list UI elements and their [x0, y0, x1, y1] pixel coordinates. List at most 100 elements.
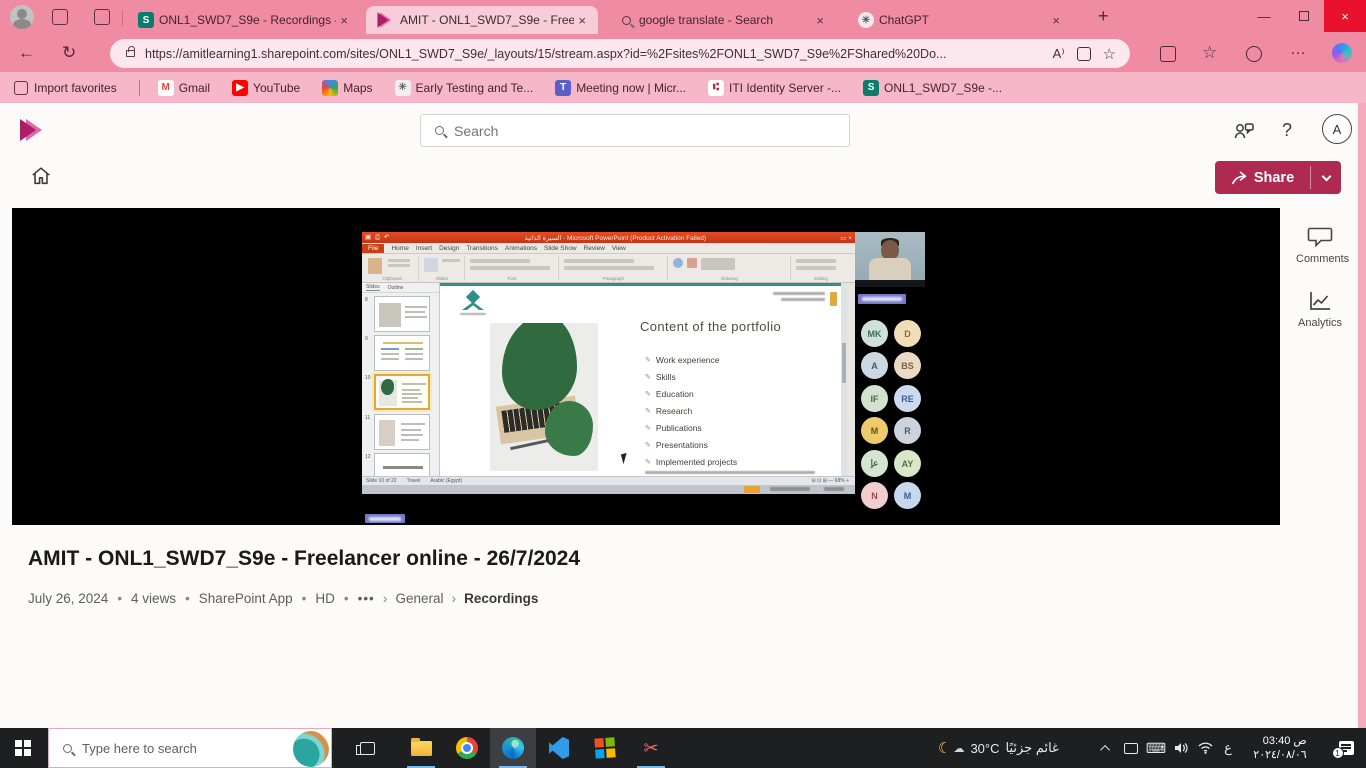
comments-label: Comments — [1296, 253, 1344, 265]
taskbar-search-box[interactable]: Type here to search — [48, 728, 332, 768]
divider — [122, 10, 123, 26]
tab-close-icon[interactable]: × — [1048, 13, 1064, 28]
close-button[interactable]: × — [1324, 0, 1366, 32]
favorite-youtube[interactable]: ▶YouTube — [232, 80, 300, 96]
tab-close-icon[interactable]: × — [812, 13, 828, 28]
vertical-tabs-icon[interactable] — [94, 9, 110, 25]
account-avatar[interactable]: A — [1322, 114, 1352, 144]
start-button[interactable] — [0, 728, 46, 768]
feedback-icon[interactable] — [1234, 122, 1254, 145]
breadcrumb-recordings[interactable]: Recordings — [464, 591, 538, 606]
edit-page-icon[interactable] — [1077, 47, 1091, 61]
stream-search-box[interactable]: Search — [420, 114, 850, 147]
presenter-taskbar-strip — [362, 485, 855, 494]
tab-close-icon[interactable]: × — [336, 13, 352, 28]
profile-body-icon — [13, 19, 31, 29]
colored-tiles-app-button[interactable] — [582, 728, 628, 768]
tab-chatgpt[interactable]: ✳ ChatGPT × — [850, 6, 1072, 34]
video-quality: HD — [315, 591, 335, 606]
address-bar[interactable]: https://amitlearning1.sharepoint.com/sit… — [110, 39, 1130, 68]
video-title: AMIT - ONL1_SWD7_S9e - Freelancer online… — [28, 547, 580, 571]
comments-panel-button[interactable]: Comments — [1296, 226, 1344, 265]
touch-keyboard-tray-icon[interactable]: ⌨ — [1144, 728, 1168, 768]
vscode-button[interactable] — [536, 728, 582, 768]
import-favorites-button[interactable]: Import favorites — [14, 81, 117, 95]
read-aloud-icon[interactable]: A⁾ — [1053, 46, 1065, 62]
collections-icon[interactable] — [1246, 46, 1262, 62]
wifi-tray-icon[interactable] — [1194, 728, 1216, 768]
participant-avatar: MK — [861, 320, 888, 347]
sharepoint-icon: S — [863, 80, 879, 96]
new-tab-button[interactable]: + — [1098, 6, 1109, 27]
sharepoint-icon: S — [138, 12, 154, 28]
task-view-button[interactable] — [344, 728, 390, 768]
tab-actions-icon[interactable] — [52, 9, 68, 25]
gmail-icon: M — [158, 80, 174, 96]
windows-logo-icon — [15, 740, 31, 756]
breadcrumb-general[interactable]: General — [395, 591, 443, 606]
edge-button-active[interactable] — [490, 728, 536, 768]
clock-time: 03:40 ص — [1253, 734, 1306, 748]
search-icon — [435, 126, 444, 135]
share-dropdown-button[interactable] — [1311, 161, 1341, 194]
refresh-icon[interactable]: ↻ — [62, 43, 76, 63]
split-screen-icon[interactable] — [1160, 46, 1176, 62]
slide-title: Content of the portfolio — [640, 319, 781, 334]
slide-thumbnail-9 — [374, 335, 430, 371]
tab-label: AMIT - ONL1_SWD7_S9e - Freela — [400, 13, 574, 27]
file-explorer-button[interactable] — [398, 728, 444, 768]
weather-widget[interactable]: ☾ ☁ 30°C غائم جزئيًا — [938, 728, 1088, 768]
minimize-button[interactable]: — — [1244, 1, 1284, 31]
cast-tray-icon[interactable] — [1120, 728, 1142, 768]
chevron-up-icon — [1100, 744, 1110, 754]
slide-thumbnail-8 — [374, 296, 430, 332]
breadcrumb-more[interactable]: ••• — [358, 591, 375, 606]
favorite-maps[interactable]: Maps — [322, 80, 372, 96]
video-player[interactable]: ▣ ⎙ ↶ السيرة الذاتية - Microsoft PowerPo… — [12, 208, 1280, 525]
snipping-tool-button[interactable]: ✂ — [628, 728, 674, 768]
maps-icon — [322, 80, 338, 96]
tab-close-icon[interactable]: × — [574, 13, 590, 28]
ppt-title-bar: ▣ ⎙ ↶ السيرة الذاتية - Microsoft PowerPo… — [362, 232, 855, 243]
youtube-icon: ▶ — [232, 80, 248, 96]
tab-stream-active[interactable]: AMIT - ONL1_SWD7_S9e - Freela × — [366, 6, 598, 34]
restore-button[interactable] — [1284, 1, 1324, 31]
language-indicator[interactable]: ع — [1218, 728, 1238, 768]
browser-profile-avatar[interactable] — [10, 5, 34, 29]
favorite-early-testing[interactable]: ✳Early Testing and Te... — [395, 80, 534, 96]
screen-icon — [1124, 743, 1138, 754]
chrome-icon — [456, 737, 478, 759]
favorite-onl1-swd7[interactable]: SONL1_SWD7_S9e -... — [863, 80, 1002, 96]
action-center-button[interactable]: 1 — [1326, 728, 1366, 768]
speaker-icon — [1174, 742, 1188, 754]
analytics-panel-button[interactable]: Analytics — [1298, 290, 1342, 329]
tab-google-translate[interactable]: google translate - Search × — [614, 6, 836, 34]
home-icon[interactable] — [30, 165, 52, 192]
video-app: SharePoint App — [199, 591, 293, 606]
browser-toolbar: ← ↻ https://amitlearning1.sharepoint.com… — [0, 35, 1366, 72]
stream-app-logo[interactable] — [20, 119, 42, 141]
share-icon — [1231, 171, 1247, 185]
favorite-gmail[interactable]: MGmail — [158, 80, 210, 96]
copilot-icon[interactable] — [1332, 43, 1352, 63]
favorite-meeting-now[interactable]: TMeeting now | Micr... — [555, 80, 686, 96]
add-favorite-icon[interactable]: ☆ — [1103, 45, 1116, 63]
favorites-list-icon[interactable]: ☆ — [1202, 43, 1217, 63]
clock-date: ٢٠٢٤/٠٨/٠٦ — [1253, 748, 1306, 762]
volume-tray-icon[interactable] — [1170, 728, 1192, 768]
tab-recordings[interactable]: S ONL1_SWD7_S9e - Recordings - × — [130, 6, 360, 34]
chrome-button[interactable] — [444, 728, 490, 768]
slide-thumbnail-11 — [374, 414, 430, 450]
settings-more-icon[interactable]: … — [1290, 41, 1307, 59]
browser-tab-bar: S ONL1_SWD7_S9e - Recordings - × AMIT - … — [0, 0, 1366, 35]
help-icon[interactable]: ? — [1282, 120, 1292, 141]
participant-avatar: RE — [894, 385, 921, 412]
share-button[interactable]: Share — [1215, 161, 1341, 194]
profile-head-icon — [17, 9, 27, 19]
tray-expand-chevron[interactable] — [1096, 728, 1116, 768]
back-icon[interactable]: ← — [18, 43, 35, 63]
clock[interactable]: 03:40 ص ٢٠٢٤/٠٨/٠٦ — [1242, 728, 1318, 768]
favorite-iti-identity[interactable]: ⑆ITI Identity Server -... — [708, 80, 841, 96]
task-view-icon — [360, 742, 375, 755]
url-text[interactable]: https://amitlearning1.sharepoint.com/sit… — [145, 47, 1041, 61]
